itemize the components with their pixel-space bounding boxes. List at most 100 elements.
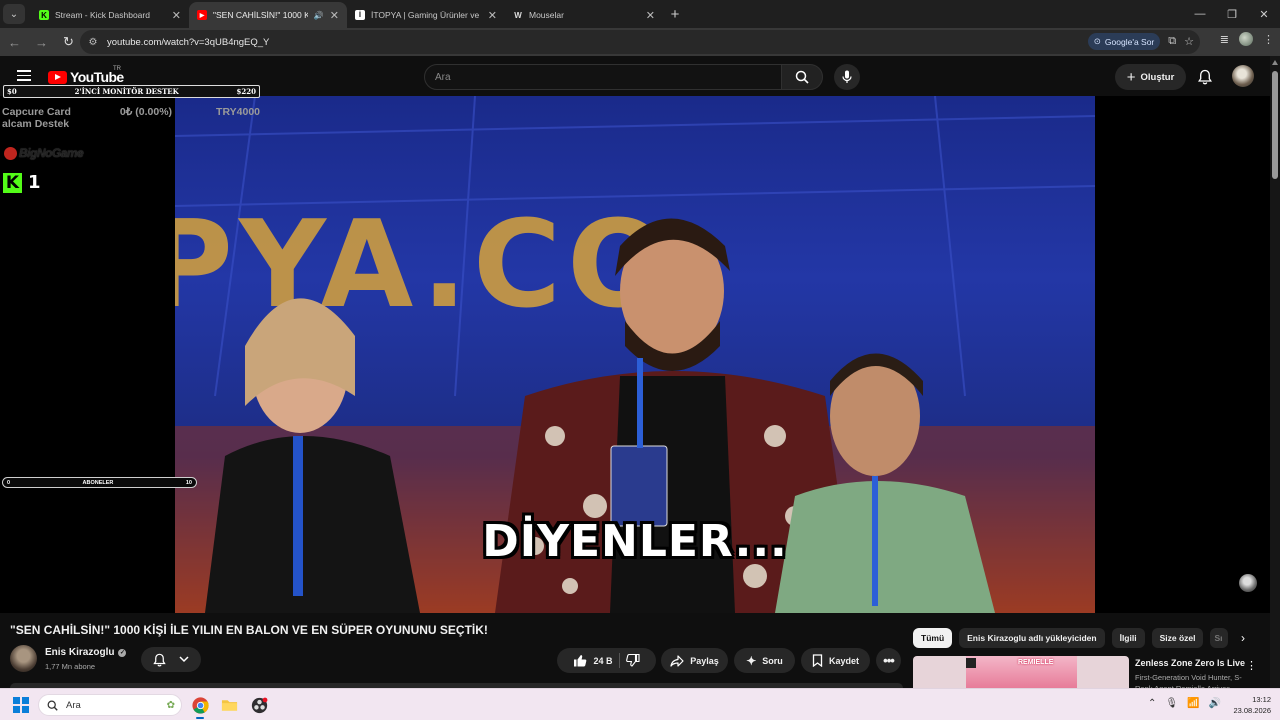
lens-icon: ⊙	[1093, 36, 1101, 46]
folder-icon	[221, 700, 237, 711]
channel-avatar[interactable]	[10, 645, 37, 672]
goal-target: $220	[236, 87, 256, 96]
restore-icon[interactable]: ❐	[1216, 0, 1248, 28]
region-code: TR	[113, 66, 121, 72]
page-scrollbar[interactable]	[1270, 56, 1280, 688]
chip-related[interactable]: İlgili	[1111, 628, 1145, 648]
windows-start-icon[interactable]	[13, 697, 29, 713]
video-caption: DİYENLER...	[482, 516, 788, 567]
browser-toolbar: ← → ↻ ⚙ youtube.com/watch?v=3qUB4ngEQ_Y …	[0, 28, 1280, 56]
close-tab-icon[interactable]: ✕	[172, 9, 181, 22]
tab-title: Mouselar	[529, 10, 564, 20]
account-avatar[interactable]	[1232, 65, 1254, 87]
goal-start: $0	[7, 87, 17, 96]
obs-taskbar-icon[interactable]	[248, 694, 270, 716]
plus-icon: +	[1126, 68, 1136, 86]
forward-icon[interactable]: →	[29, 30, 54, 54]
subscriber-count: 1,77 Mn abone	[45, 662, 96, 671]
chevron-right-icon[interactable]: ›	[1233, 628, 1253, 648]
subscription-notifications-button[interactable]	[141, 647, 201, 672]
close-tab-icon[interactable]: ✕	[488, 9, 497, 22]
taskbar-clock[interactable]: 13:12 23.08.2026	[1229, 694, 1271, 716]
taskbar-search[interactable]: Ara ✿	[38, 694, 182, 716]
bookmark-star-icon[interactable]: ☆	[1184, 35, 1194, 48]
tab-mouselar[interactable]: W Mouselar ✕	[505, 2, 663, 28]
more-horizontal-icon: •••	[883, 653, 895, 668]
scroll-up-icon[interactable]	[1272, 60, 1278, 65]
guide-menu-icon[interactable]	[17, 70, 31, 81]
thumbs-down-icon[interactable]	[625, 654, 640, 667]
w-favicon-icon: W	[514, 10, 522, 20]
kick-logo-icon: K	[3, 172, 22, 193]
create-button[interactable]: + Oluştur	[1115, 64, 1186, 90]
youtube-favicon-icon: ▶	[197, 10, 207, 20]
chip-all[interactable]: Tümü	[913, 628, 953, 648]
close-tab-icon[interactable]: ✕	[330, 9, 339, 22]
search-input[interactable]	[435, 71, 781, 83]
goal-bar: $0 2'İNCİ MONİTÖR DESTEK $220	[3, 85, 260, 98]
volume-icon[interactable]: 🔊	[1209, 698, 1221, 709]
channel-name[interactable]: Enis Kirazoglu	[45, 647, 114, 658]
thumbs-up-icon	[574, 655, 587, 667]
tab-title: Stream - Kick Dashboard	[55, 10, 150, 20]
microphone-icon	[842, 70, 852, 83]
reading-list-icon[interactable]: ≣	[1220, 33, 1229, 46]
video-frame[interactable]: PYA.CO DİYENLER...	[175, 96, 1095, 613]
ask-button[interactable]: ✦ Soru	[734, 648, 795, 673]
tab-itopya[interactable]: İ İTOPYA | Gaming Ürünler ve Bil ✕	[347, 2, 505, 28]
notifications-button[interactable]	[1196, 66, 1214, 88]
more-actions-button[interactable]: •••	[876, 648, 901, 673]
subs-label: ABONELER	[82, 479, 114, 486]
ask-google-button[interactable]: ⊙ Google'a Sor	[1087, 33, 1161, 50]
tab-title: "SEN CAHİLSİN!" 1000 KİŞİ	[213, 10, 308, 20]
tab-kick-dashboard[interactable]: K Stream - Kick Dashboard ✕	[31, 2, 189, 28]
microphone-icon[interactable]: 🎙	[1165, 698, 1178, 709]
browser-menu-icon[interactable]: ⋮	[1263, 33, 1274, 46]
chip-for-you[interactable]: Size özel	[1151, 628, 1204, 648]
recommendation-thumbnail[interactable]: REMIELLE	[913, 656, 1129, 688]
new-tab-button[interactable]: +	[663, 6, 687, 23]
chip-from-uploader[interactable]: Enis Kirazoglu adlı yükleyiciden	[959, 628, 1105, 648]
svg-text:PYA.CO: PYA.CO	[175, 196, 675, 335]
more-vertical-icon[interactable]: ⋮	[1246, 659, 1257, 672]
wifi-icon[interactable]: 📶	[1187, 698, 1199, 709]
like-button[interactable]: 24 B	[573, 654, 613, 667]
reload-icon[interactable]: ↻	[56, 30, 81, 54]
save-label: Kaydet	[828, 655, 859, 666]
overlay-avatar	[1239, 574, 1257, 592]
search-box[interactable]	[424, 64, 782, 90]
share-icon	[670, 654, 684, 667]
scrollbar-thumb[interactable]	[1272, 71, 1278, 179]
address-bar[interactable]: ⚙ youtube.com/watch?v=3qUB4ngEQ_Y ⊙ Goog…	[80, 30, 1200, 54]
search-button[interactable]	[781, 64, 823, 90]
donation-goal: Capcure Card 0₺ (0.00%) TRY4000 alcam De…	[2, 106, 260, 130]
browser-profile-avatar[interactable]	[1239, 32, 1253, 46]
site-info-icon[interactable]: ⚙	[84, 33, 102, 51]
clock-date: 23.08.2026	[1233, 706, 1271, 715]
back-icon[interactable]: ←	[2, 30, 27, 54]
share-label: Paylaş	[690, 655, 719, 666]
channel-name-link[interactable]: Enis Kirazoglu ✓	[45, 647, 127, 658]
chevron-up-icon[interactable]: ⌃	[1148, 698, 1156, 709]
chip-partial[interactable]: Sı	[1210, 628, 1229, 648]
minimize-icon[interactable]: —	[1184, 0, 1216, 28]
chrome-taskbar-icon[interactable]	[189, 694, 211, 719]
sponsor-logo: BigNoGame	[4, 146, 84, 160]
donation-amount: 0₺ (0.00%)	[119, 106, 173, 118]
recommendation-title[interactable]: Zenless Zone Zero Is Live	[1135, 658, 1245, 668]
url-text[interactable]: youtube.com/watch?v=3qUB4ngEQ_Y	[107, 37, 269, 48]
install-icon[interactable]: ⧉	[1168, 35, 1176, 48]
share-button[interactable]: Paylaş	[661, 648, 728, 673]
close-tab-icon[interactable]: ✕	[646, 9, 655, 22]
donation-subtitle: alcam Destek	[2, 118, 70, 130]
voice-search-button[interactable]	[834, 64, 860, 90]
system-tray: ⌃ 🎙 📶 🔊	[1148, 698, 1221, 709]
video-player[interactable]: PYA.CO DİYENLER...	[0, 96, 1270, 613]
speaker-icon[interactable]: 🔊	[314, 11, 324, 20]
file-explorer-taskbar-icon[interactable]	[218, 694, 240, 716]
close-window-icon[interactable]: ✕	[1248, 0, 1280, 28]
tab-search-button[interactable]: ⌄	[3, 4, 25, 24]
window-controls: — ❐ ✕	[1184, 0, 1280, 28]
save-button[interactable]: Kaydet	[801, 648, 870, 673]
tab-youtube-video[interactable]: ▶ "SEN CAHİLSİN!" 1000 KİŞİ 🔊 ✕	[189, 2, 347, 28]
